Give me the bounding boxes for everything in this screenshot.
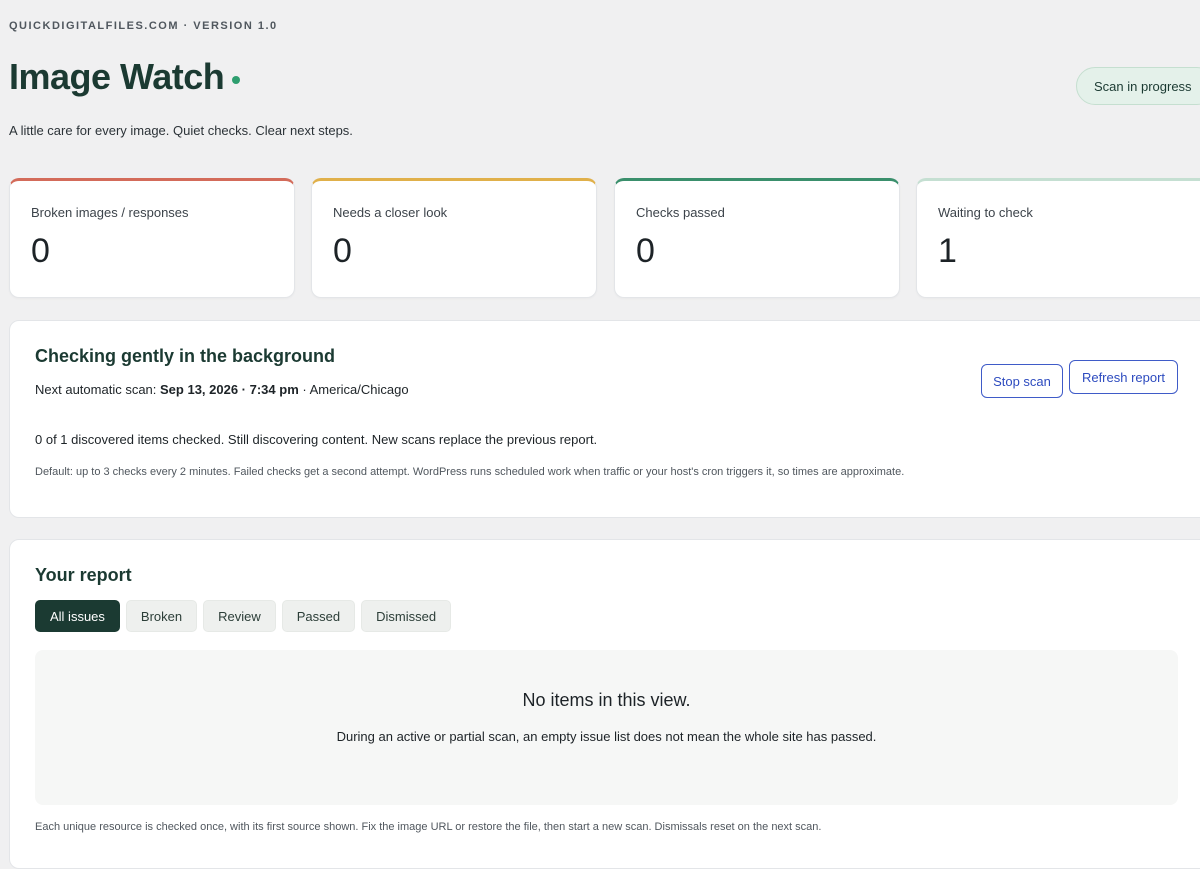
- stat-label: Checks passed: [636, 205, 725, 220]
- title-row: Image Watch: [9, 56, 241, 98]
- scan-title: Checking gently in the background: [35, 346, 336, 366]
- stat-label: Needs a closer look: [333, 205, 448, 220]
- next-scan-line: Next automatic scan: Sep 13, 2026 · 7:34…: [35, 382, 409, 397]
- stat-value: 0: [636, 232, 655, 270]
- tab-review[interactable]: Review: [203, 600, 276, 632]
- tab-passed[interactable]: Passed: [281, 600, 356, 632]
- tab-all-issues[interactable]: All issues: [35, 600, 120, 632]
- next-scan-label: Next automatic scan:: [35, 382, 157, 397]
- stat-card-passed: Checks passed 0: [614, 178, 900, 298]
- live-status-dot-icon: [232, 76, 241, 84]
- eyebrow-text: QUICKDIGITALFILES.COM · VERSION 1.0: [9, 20, 278, 32]
- scan-status-panel: Checking gently in the background Next a…: [9, 320, 1200, 518]
- scan-progress-text: 0 of 1 discovered items checked. Still d…: [35, 432, 598, 447]
- stat-card-waiting: Waiting to check 1: [916, 178, 1200, 298]
- stop-scan-button[interactable]: Stop scan: [981, 364, 1063, 398]
- tagline: A little care for every image. Quiet che…: [9, 123, 353, 138]
- next-scan-timezone: · America/Chicago: [302, 382, 409, 397]
- stat-value: 0: [333, 232, 352, 270]
- page-title: Image Watch: [9, 56, 225, 97]
- stat-card-broken: Broken images / responses 0: [9, 178, 295, 298]
- report-panel: Your report All issues Broken Review Pas…: [9, 539, 1200, 869]
- tab-dismissed[interactable]: Dismissed: [361, 600, 452, 632]
- empty-state: No items in this view. During an active …: [35, 650, 1178, 805]
- report-footnote: Each unique resource is checked once, wi…: [35, 821, 822, 833]
- tab-broken[interactable]: Broken: [125, 600, 198, 632]
- report-title: Your report: [35, 565, 132, 585]
- report-tabs: All issues Broken Review Passed Dismisse…: [35, 600, 452, 632]
- stat-value: 0: [31, 232, 50, 270]
- next-scan-datetime: Sep 13, 2026 · 7:34 pm: [160, 382, 299, 397]
- empty-state-subtitle: During an active or partial scan, an emp…: [336, 729, 877, 744]
- scan-fine-print: Default: up to 3 checks every 2 minutes.…: [35, 466, 905, 478]
- refresh-report-button[interactable]: Refresh report: [1069, 360, 1178, 394]
- status-badge: Scan in progress: [1076, 67, 1200, 105]
- stat-label: Waiting to check: [938, 205, 1033, 220]
- stat-value: 1: [938, 232, 957, 270]
- stat-label: Broken images / responses: [31, 205, 189, 220]
- stat-card-review: Needs a closer look 0: [311, 178, 597, 298]
- empty-state-title: No items in this view.: [522, 690, 691, 710]
